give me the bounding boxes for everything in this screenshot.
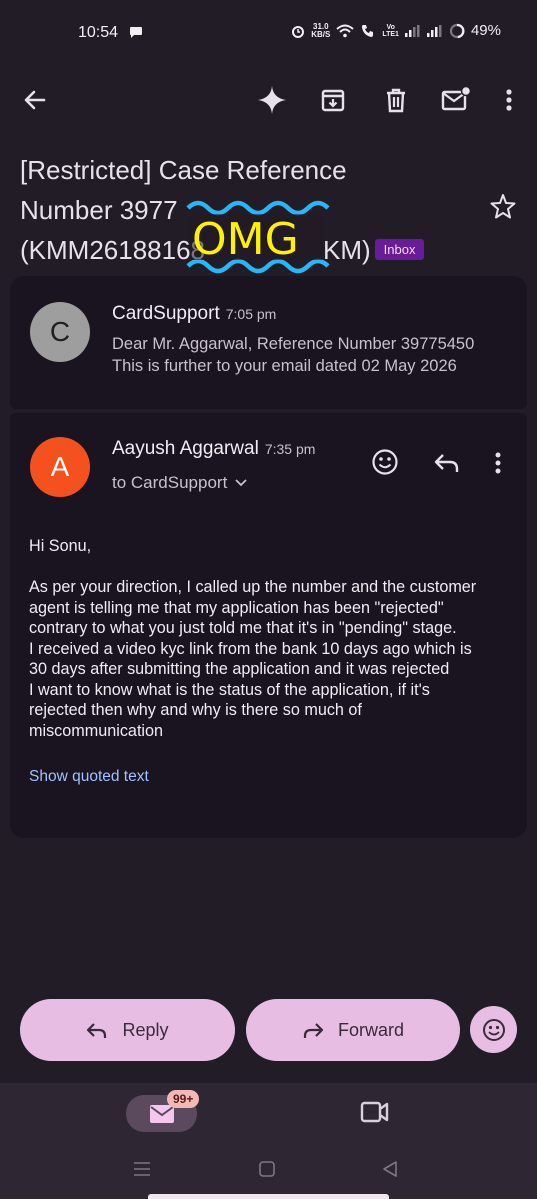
reply-label: Reply [122,1019,169,1040]
reply-icon [434,454,459,472]
message-snippet: Dear Mr. Aggarwal, Reference Number 3977… [112,335,475,375]
message-header: Aayush Aggarwal 7:35 pm [112,438,315,460]
back-button[interactable] [19,84,51,116]
mail-unread-icon [441,86,471,111]
message-more-button[interactable] [494,451,502,480]
menu-lines-icon [134,1162,150,1176]
sparkle-icon [258,86,286,114]
message-time: 7:05 pm [225,306,277,322]
forward-label: Forward [337,1019,404,1040]
forward-icon [303,1023,324,1038]
chevron-down-icon [235,479,247,487]
message-time: 7:35 pm [264,441,316,457]
more-vert-icon [495,452,501,474]
omg-redaction-overlay: OMG [186,200,330,274]
body-paragraph: As per your direction, I called up the n… [29,578,477,740]
delete-button[interactable] [380,84,412,116]
archive-icon [321,89,345,112]
add-reaction-button[interactable] [370,447,400,482]
recent-apps-button[interactable] [132,1160,152,1183]
trash-icon [387,88,405,113]
emoji-icon [482,1018,505,1041]
avatar: A [30,437,90,497]
forward-button[interactable]: Forward [246,999,460,1061]
more-options-button[interactable] [493,84,525,116]
battery-ring-icon [449,23,465,38]
status-time: 10:54 [78,24,119,41]
sender-name: CardSupport [112,303,220,324]
recipients-toggle[interactable]: to CardSupport [112,473,247,493]
reply-icon [87,1023,107,1038]
video-camera-icon [360,1101,389,1123]
omg-text: OMG [192,214,299,265]
gemini-button[interactable] [256,84,288,116]
unread-count-badge: 99+ [167,1090,200,1108]
reply-icon-button[interactable] [433,449,461,480]
battery-percent: 49% [470,22,501,39]
recipient-text: to CardSupport [112,473,228,492]
emoji-icon [372,449,398,475]
home-square-icon [259,1161,275,1177]
sender-name: Aayush Aggarwal [112,438,259,459]
volte-indicator: Vo LTE1 [382,23,399,38]
network-speed: 31.0 KB/S [311,21,331,39]
inbox-label[interactable]: Inbox [374,238,425,260]
show-quoted-text-link[interactable]: Show quoted text [29,768,149,786]
gesture-bar [148,1194,389,1199]
wifi-icon [336,24,355,37]
react-emoji-button[interactable] [470,1006,517,1053]
archive-button[interactable] [317,84,349,116]
mark-unread-button[interactable] [440,84,472,116]
system-back-button[interactable] [381,1160,399,1183]
avatar: C [30,302,90,362]
message-header: CardSupport 7:05 pm [112,303,276,325]
meet-tab[interactable] [360,1100,390,1129]
message-notification-icon [130,27,142,38]
back-triangle-icon [383,1161,397,1177]
more-vert-icon [506,89,512,111]
star-outline-icon [490,194,516,219]
status-icons: 31.0 KB/S Vo LTE1 49% [291,22,501,39]
reply-button[interactable]: Reply [20,999,235,1061]
signal-sim2-icon [426,24,442,37]
subject-line-1: [Restricted] Case Reference [20,155,347,185]
wifi-calling-icon [362,24,374,37]
star-button[interactable] [490,193,516,224]
message-body: Hi Sonu, As per your direction, I called … [29,536,519,741]
signal-sim1-icon [404,24,420,37]
alarm-icon [292,25,305,38]
back-arrow-icon [24,90,46,110]
home-button[interactable] [258,1160,276,1183]
greeting: Hi Sonu, [29,537,92,555]
